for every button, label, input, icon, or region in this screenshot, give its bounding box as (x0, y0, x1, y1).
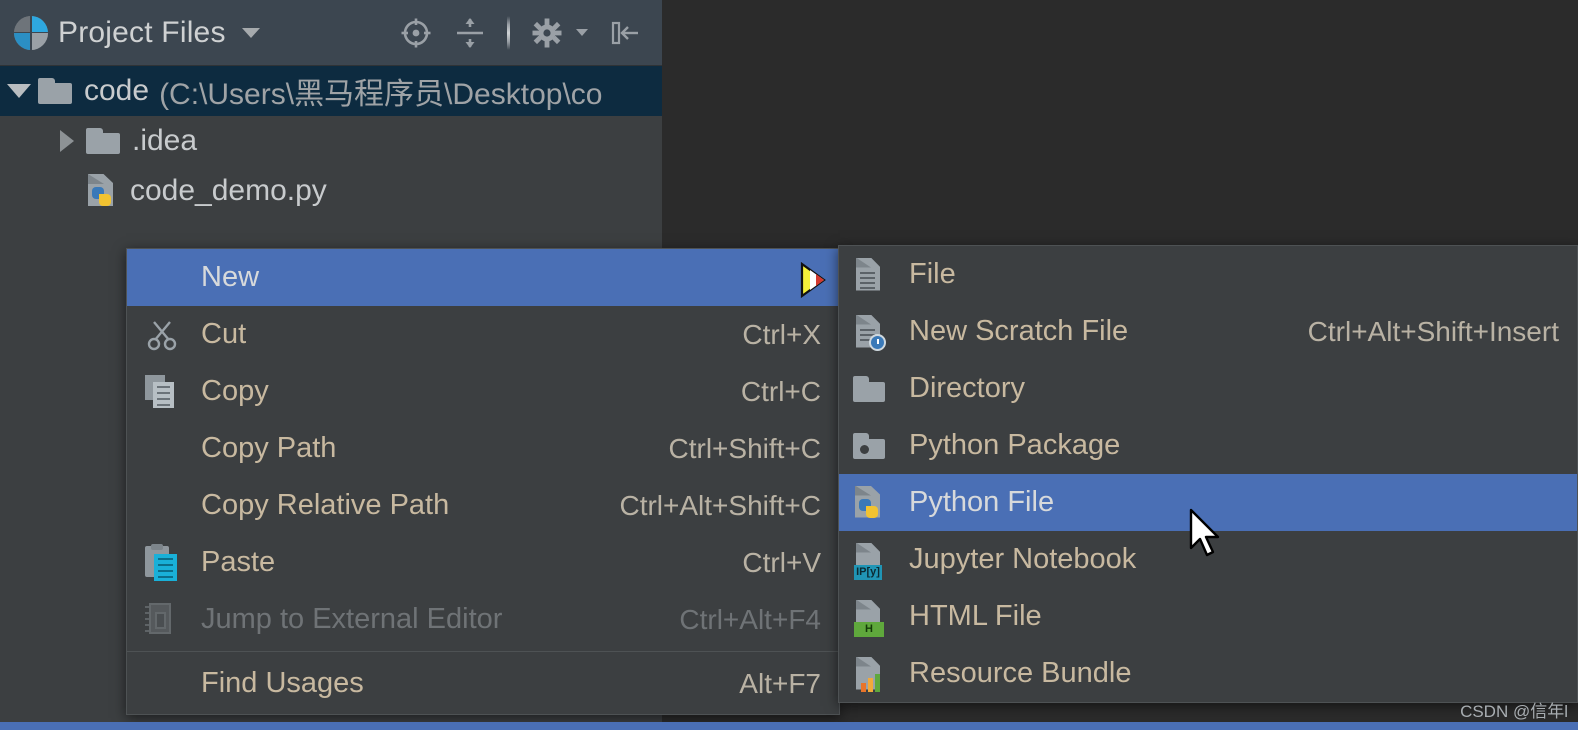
submenu-item-label: HTML File (909, 600, 1529, 633)
twisty-down-icon[interactable] (0, 84, 38, 98)
menu-item-label: Paste (201, 546, 712, 579)
menu-item-label: Cut (201, 318, 712, 351)
html-badge: H (854, 622, 884, 637)
menu-item-find-usages[interactable]: Find Usages Alt+F7 (127, 655, 839, 712)
submenu-item-label: Jupyter Notebook (909, 543, 1529, 576)
submenu-item-jupyter-notebook[interactable]: IP[y] Jupyter Notebook (839, 531, 1577, 588)
resource-bundle-icon (853, 656, 891, 692)
submenu-item-html-file[interactable]: H HTML File (839, 588, 1577, 645)
tree-item-label: code_demo.py (128, 174, 327, 208)
python-package-icon (853, 433, 891, 459)
scissors-icon (145, 318, 183, 352)
menu-item-label: Copy Relative Path (201, 489, 589, 522)
jupyter-badge: IP[y] (854, 565, 882, 580)
scratch-file-icon (853, 314, 891, 350)
submenu-item-new-scratch-file[interactable]: New Scratch File Ctrl+Alt+Shift+Insert (839, 303, 1577, 360)
submenu-item-label: File (909, 258, 1529, 291)
expand-collapse-icon[interactable] (453, 16, 487, 50)
menu-item-accel: Alt+F7 (709, 668, 821, 700)
menu-item-jump-to-external-editor: Jump to External Editor Ctrl+Alt+F4 (127, 591, 839, 648)
context-menu: New Cut Ctrl+X Copy (126, 248, 840, 715)
submenu-item-label: New Scratch File (909, 315, 1278, 348)
panel-title: Project Files (58, 16, 226, 50)
folder-icon (86, 128, 120, 154)
project-tree: code (C:\Users\黑马程序员\Desktop\co .idea co… (0, 66, 662, 216)
paste-icon (145, 544, 183, 582)
tree-item-path: (C:\Users\黑马程序员\Desktop\co (149, 69, 602, 113)
file-icon (853, 257, 891, 293)
python-file-icon (86, 173, 118, 209)
menu-item-accel: Ctrl+Alt+Shift+C (589, 490, 821, 522)
watermark: CSDN @信年l (1460, 697, 1568, 722)
tree-item-label: code (82, 74, 149, 108)
chevron-down-icon[interactable] (576, 29, 588, 36)
menu-item-accel: Ctrl+C (711, 376, 821, 408)
menu-item-accel: Ctrl+Alt+F4 (649, 604, 821, 636)
menu-item-copy[interactable]: Copy Ctrl+C (127, 363, 839, 420)
panel-toolbar (399, 16, 648, 50)
jump-external-editor-icon (145, 601, 183, 639)
submenu-item-label: Python File (909, 486, 1529, 519)
pycharm-window: Project Files (0, 0, 1578, 730)
menu-item-new[interactable]: New (127, 249, 839, 306)
submenu-item-label: Python Package (909, 429, 1529, 462)
tree-item-label: .idea (130, 124, 197, 158)
hide-panel-icon[interactable] (608, 16, 642, 50)
menu-item-paste[interactable]: Paste Ctrl+V (127, 534, 839, 591)
menu-separator (127, 651, 839, 652)
tree-row[interactable]: code_demo.py (0, 166, 662, 216)
submenu-item-python-package[interactable]: Python Package (839, 417, 1577, 474)
submenu-item-python-file[interactable]: Python File (839, 474, 1577, 531)
menu-item-cut[interactable]: Cut Ctrl+X (127, 306, 839, 363)
menu-item-label: Copy Path (201, 432, 639, 465)
menu-item-copy-relative-path[interactable]: Copy Relative Path Ctrl+Alt+Shift+C (127, 477, 839, 534)
submenu-item-file[interactable]: File (839, 246, 1577, 303)
bottom-accent-strip (0, 722, 1578, 730)
python-file-icon (853, 485, 891, 521)
menu-item-label: Jump to External Editor (201, 603, 649, 636)
menu-item-copy-path[interactable]: Copy Path Ctrl+Shift+C (127, 420, 839, 477)
submenu-item-label: Directory (909, 372, 1529, 405)
menu-item-label: Find Usages (201, 667, 709, 700)
html-file-icon: H (853, 599, 891, 635)
menu-item-accel: Ctrl+V (712, 547, 821, 579)
directory-icon (853, 376, 891, 402)
twisty-right-icon[interactable] (48, 130, 86, 152)
copy-icon (145, 373, 183, 411)
gear-icon[interactable] (530, 16, 564, 50)
project-pie-icon (14, 16, 48, 50)
submenu-item-resource-bundle[interactable]: Resource Bundle (839, 645, 1577, 702)
project-panel-header: Project Files (0, 0, 662, 66)
new-submenu: File New Scratch File Ctrl+Alt+Shift+Ins… (838, 245, 1578, 703)
menu-item-label: Copy (201, 375, 711, 408)
tree-row[interactable]: .idea (0, 116, 662, 166)
submenu-item-label: Resource Bundle (909, 657, 1529, 690)
tree-row[interactable]: code (C:\Users\黑马程序员\Desktop\co (0, 66, 662, 116)
menu-item-label: New (201, 261, 808, 294)
folder-icon (38, 78, 72, 104)
jupyter-notebook-icon: IP[y] (853, 542, 891, 578)
submenu-item-directory[interactable]: Directory (839, 360, 1577, 417)
chevron-down-icon[interactable] (242, 28, 260, 38)
locate-target-icon[interactable] (399, 16, 433, 50)
menu-item-accel: Ctrl+X (712, 319, 821, 351)
submenu-arrow-icon (808, 268, 821, 288)
menu-item-accel: Ctrl+Shift+C (639, 433, 822, 465)
toolbar-separator (507, 16, 510, 50)
submenu-item-accel: Ctrl+Alt+Shift+Insert (1278, 316, 1559, 348)
